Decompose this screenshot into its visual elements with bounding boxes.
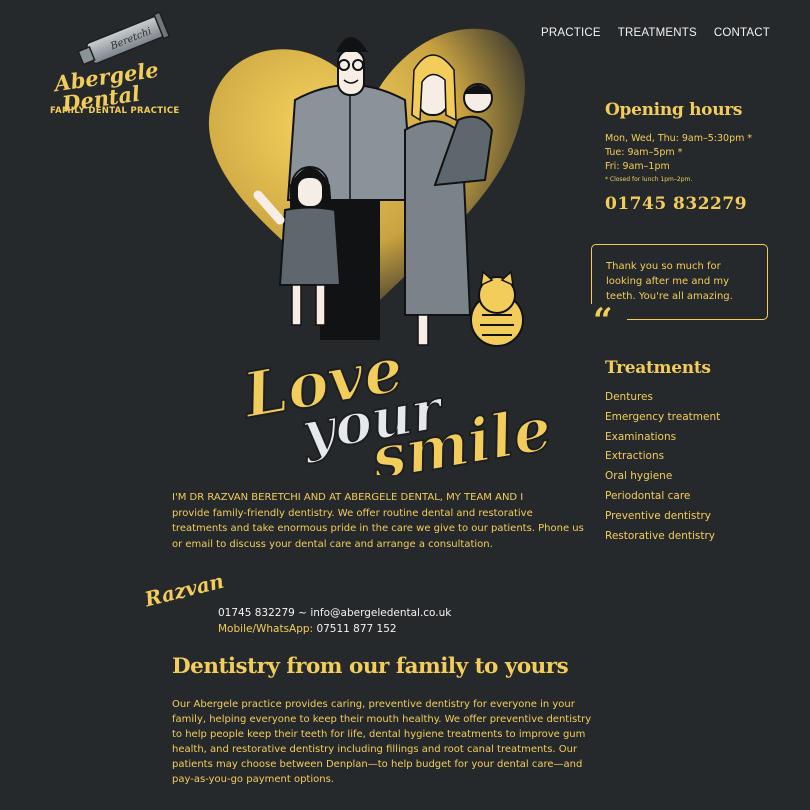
treatments-title: Treatments bbox=[605, 358, 711, 378]
treatments-panel: Treatments Dentures Emergency treatment … bbox=[605, 358, 720, 546]
main-nav: PRACTICE TREATMENTS CONTACT bbox=[541, 27, 770, 39]
intro-body: provide family-friendly dentistry. We of… bbox=[172, 507, 584, 550]
contact-separator: ~ bbox=[294, 607, 311, 619]
treatment-link-examinations[interactable]: Examinations bbox=[605, 431, 676, 443]
list-item: Periodontal care bbox=[605, 487, 720, 507]
nav-contact[interactable]: CONTACT bbox=[714, 27, 770, 39]
opening-hours-panel: Opening hours Mon, Wed, Thu: 9am–5:30pm … bbox=[605, 100, 780, 214]
nav-treatments[interactable]: TREATMENTS bbox=[618, 27, 697, 39]
treatment-link-preventive[interactable]: Preventive dentistry bbox=[605, 510, 711, 522]
section-body: Our Abergele practice provides caring, p… bbox=[172, 699, 592, 785]
contact-phone[interactable]: 01745 832279 bbox=[218, 607, 295, 619]
hours-line: Mon, Wed, Thu: 9am–5:30pm * bbox=[605, 133, 753, 144]
phone-number-link[interactable]: 01745 832279 bbox=[605, 194, 780, 214]
hours-line: Fri: 9am–1pm bbox=[605, 161, 670, 172]
love-your-smile-slogan: Love your smile bbox=[240, 331, 558, 475]
section-heading: Dentistry from our family to yours bbox=[172, 654, 569, 679]
list-item: Emergency treatment bbox=[605, 408, 720, 428]
list-item: Restorative dentistry bbox=[605, 527, 720, 547]
treatment-link-emergency[interactable]: Emergency treatment bbox=[605, 411, 720, 423]
hours-line: Tue: 9am–5pm * bbox=[605, 147, 683, 158]
nav-practice[interactable]: PRACTICE bbox=[541, 27, 601, 39]
quote-mark-icon: “ bbox=[591, 304, 627, 338]
contact-email[interactable]: info@abergeledental.co.uk bbox=[310, 607, 451, 619]
contact-mobile[interactable]: 07511 877 152 bbox=[316, 623, 396, 635]
signature: Razvan bbox=[142, 568, 227, 612]
intro-paragraph: I'M DR RAZVAN BERETCHI AND AT ABERGELE D… bbox=[172, 490, 587, 552]
opening-hours-title: Opening hours bbox=[605, 100, 743, 120]
list-item: Dentures bbox=[605, 388, 720, 408]
list-item: Oral hygiene bbox=[605, 467, 720, 487]
intro-lead: I'M DR RAZVAN BERETCHI AND AT ABERGELE D… bbox=[172, 492, 524, 503]
mobile-label: Mobile/WhatsApp: bbox=[218, 623, 317, 635]
contact-details: 01745 832279 ~ info@abergeledental.co.uk… bbox=[218, 605, 451, 637]
list-item: Examinations bbox=[605, 428, 720, 448]
treatment-link-restorative[interactable]: Restorative dentistry bbox=[605, 530, 715, 542]
treatment-link-extractions[interactable]: Extractions bbox=[605, 450, 664, 462]
list-item: Preventive dentistry bbox=[605, 507, 720, 527]
treatments-list: Dentures Emergency treatment Examination… bbox=[605, 388, 720, 546]
lunch-note: * Closed for lunch 1pm–2pm. bbox=[605, 176, 693, 183]
opening-hours-list: Mon, Wed, Thu: 9am–5:30pm * Tue: 9am–5pm… bbox=[605, 132, 780, 186]
logo-tagline: FAMILY DENTAL PRACTICE bbox=[50, 106, 180, 116]
list-item: Extractions bbox=[605, 447, 720, 467]
site-logo[interactable]: Beretchi Abergele Dental FAMILY DENTAL P… bbox=[48, 12, 180, 122]
testimonial-text: Thank you so much for looking after me a… bbox=[606, 261, 733, 302]
family-illustration bbox=[208, 28, 525, 347]
treatment-link-dentures[interactable]: Dentures bbox=[605, 391, 653, 403]
treatment-link-oral-hygiene[interactable]: Oral hygiene bbox=[605, 470, 672, 482]
treatment-link-periodontal[interactable]: Periodontal care bbox=[605, 490, 690, 502]
